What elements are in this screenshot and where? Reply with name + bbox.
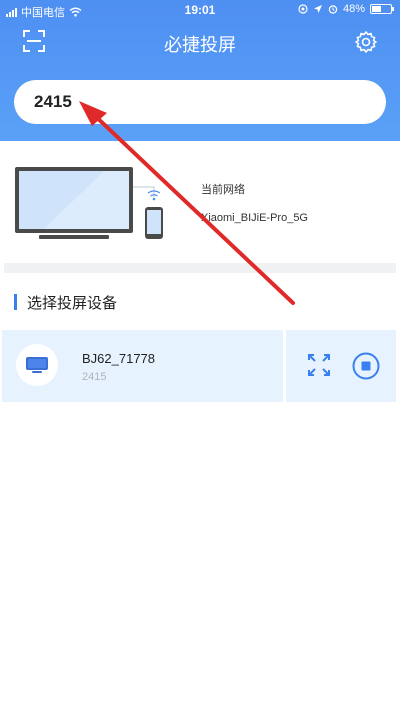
section-title: 选择投屏设备 bbox=[27, 294, 118, 312]
battery-icon bbox=[370, 4, 394, 14]
battery-fill bbox=[372, 6, 381, 12]
stop-icon[interactable] bbox=[352, 352, 380, 380]
header: 中国电信 19:01 48% 必捷投屏 2415 bbox=[0, 0, 400, 141]
search-input[interactable]: 2415 bbox=[14, 80, 386, 124]
fullscreen-icon[interactable] bbox=[307, 353, 331, 377]
location-icon bbox=[298, 4, 308, 14]
section-divider bbox=[4, 263, 396, 273]
battery-percent: 48% bbox=[342, 3, 365, 15]
search-value: 2415 bbox=[34, 92, 72, 111]
device-actions bbox=[286, 330, 396, 402]
page-title: 必捷投屏 bbox=[164, 35, 236, 55]
device-name: BJ62_71778 bbox=[82, 351, 156, 366]
tv-icon bbox=[16, 344, 58, 386]
section-accent-bar bbox=[14, 294, 17, 310]
tv-phone-illustration bbox=[15, 167, 163, 239]
device-code: 2415 bbox=[82, 371, 107, 383]
status-right: 48% bbox=[298, 3, 394, 15]
device-info[interactable]: BJ62_71778 2415 bbox=[2, 330, 283, 402]
network-label: 当前网络 bbox=[201, 184, 245, 196]
section-header: 选择投屏设备 bbox=[14, 293, 118, 312]
network-name: Xiaomi_BIJiE-Pro_5G bbox=[201, 212, 308, 224]
network-panel: 当前网络 Xiaomi_BIJiE-Pro_5G bbox=[0, 141, 400, 263]
gear-icon[interactable] bbox=[354, 30, 378, 54]
navigation-icon bbox=[313, 5, 322, 13]
status-bar: 中国电信 19:01 48% bbox=[0, 0, 400, 20]
alarm-icon bbox=[328, 5, 338, 14]
device-list-item[interactable]: BJ62_71778 2415 bbox=[2, 330, 396, 402]
